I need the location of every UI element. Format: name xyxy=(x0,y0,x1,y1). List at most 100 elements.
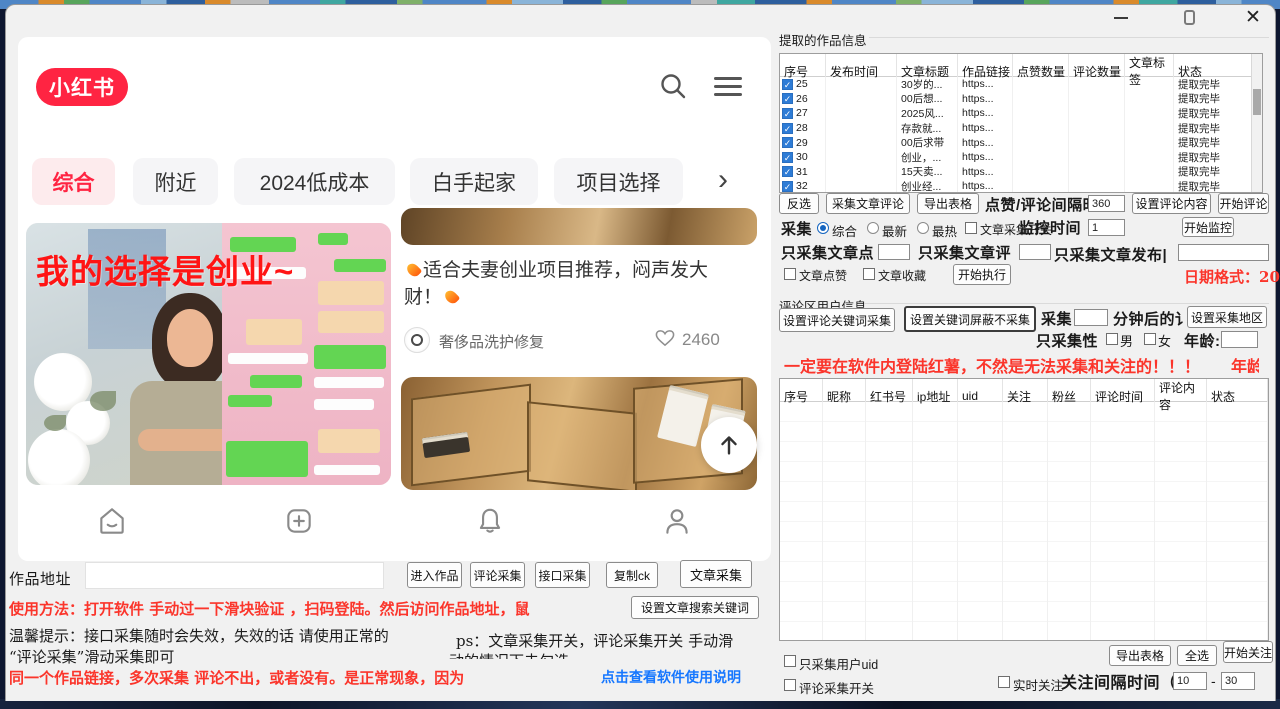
copy-ck-button[interactable]: 复制ck xyxy=(606,562,658,588)
menu-icon[interactable] xyxy=(714,77,742,96)
tab-xiangmuxuanze[interactable]: 项目选择 xyxy=(554,158,683,205)
like-heart-icon[interactable] xyxy=(654,328,676,348)
arrow-up-icon xyxy=(715,431,743,459)
female-checkbox[interactable] xyxy=(1144,333,1156,345)
chat-bubble xyxy=(318,311,384,333)
tab-zonghe[interactable]: 综合 xyxy=(32,158,115,205)
close-button[interactable]: ✕ xyxy=(1238,5,1268,29)
row-checkbox[interactable]: ✓ xyxy=(782,108,793,119)
table-row[interactable]: ✓26 00后想... https... 提取完毕 xyxy=(780,92,1262,107)
table-scrollbar[interactable] xyxy=(1251,54,1262,192)
export-table-button[interactable]: 导出表格 xyxy=(917,193,979,214)
radio-zuire[interactable] xyxy=(917,222,929,234)
users-table-body-empty xyxy=(780,402,1268,640)
row-checkbox[interactable]: ✓ xyxy=(782,166,793,177)
table-row[interactable]: ✓32 创业经... https... 提取完毕 xyxy=(780,179,1262,193)
post-title[interactable]: 适合夫妻创业项目推荐，闷声发大 财！ xyxy=(404,257,752,311)
notifications-bell-icon[interactable] xyxy=(474,505,506,537)
ps-line1: ps：文章采集开关，评论采集开关 手动滑 xyxy=(456,630,733,651)
collect-minutes-input[interactable] xyxy=(1074,309,1108,326)
male-checkbox[interactable] xyxy=(1106,333,1118,345)
row-checkbox[interactable]: ✓ xyxy=(782,79,793,90)
article-collect-button[interactable]: 文章采集 xyxy=(680,560,752,588)
row-checkbox[interactable]: ✓ xyxy=(782,123,793,134)
only-collect-publish-input[interactable] xyxy=(1178,244,1269,261)
select-all-button[interactable]: 全选 xyxy=(1177,645,1217,666)
scroll-to-top-button[interactable] xyxy=(701,417,757,473)
only-collect-uid-checkbox[interactable] xyxy=(784,655,796,667)
row-checkbox[interactable]: ✓ xyxy=(782,93,793,104)
set-comment-content-button[interactable]: 设置评论内容 xyxy=(1132,193,1211,214)
search-icon[interactable] xyxy=(658,71,688,101)
export-users-table-button[interactable]: 导出表格 xyxy=(1109,645,1171,666)
radio-zuixin[interactable] xyxy=(867,222,879,234)
table-row[interactable]: ✓29 00后求带 https... 提取完毕 xyxy=(780,135,1262,150)
row-num: 26 xyxy=(796,93,808,105)
table-row[interactable]: ✓27 2025风... https... 提取完毕 xyxy=(780,106,1262,121)
author-name[interactable]: 奢侈品洗护修复 xyxy=(439,331,544,352)
profile-icon[interactable] xyxy=(661,505,693,537)
collect-minutes-label: 采集 xyxy=(1041,308,1072,329)
table-row[interactable]: ✓25 30岁的... https... 提取完毕 xyxy=(780,77,1262,92)
create-post-icon[interactable] xyxy=(283,505,315,537)
set-keyword-block-button[interactable]: 设置关键词屏蔽不采集 xyxy=(904,306,1036,332)
comment-collect-switch-checkbox[interactable] xyxy=(784,679,796,691)
scrollbar-thumb[interactable] xyxy=(1253,89,1261,115)
row-checkbox[interactable]: ✓ xyxy=(782,181,793,192)
only-collect-comments-input[interactable] xyxy=(1019,244,1051,260)
age-input[interactable] xyxy=(1221,331,1258,348)
comment-collect-button[interactable]: 评论采集 xyxy=(470,562,525,588)
tab-label: 综合 xyxy=(53,167,95,197)
article-favorite-checkbox[interactable] xyxy=(863,268,875,280)
row-title: 创业经... xyxy=(897,179,958,193)
row-checkbox[interactable]: ✓ xyxy=(782,137,793,148)
start-monitor-button[interactable]: 开始监控 xyxy=(1182,217,1234,237)
start-follow-button[interactable]: 开始关注 xyxy=(1223,641,1273,663)
set-search-keywords-button[interactable]: 设置文章搜索关键词 xyxy=(631,596,759,619)
monitor-time-input[interactable] xyxy=(1088,219,1125,236)
table-row[interactable]: ✓31 15天卖... https... 提取完毕 xyxy=(780,165,1262,180)
invert-selection-button[interactable]: 反选 xyxy=(779,193,819,214)
tab-baishouqijia[interactable]: 白手起家 xyxy=(410,158,538,205)
api-collect-button[interactable]: 接口采集 xyxy=(535,562,590,588)
fire-icon xyxy=(443,288,461,306)
radio-zonghe[interactable] xyxy=(817,222,829,234)
help-link[interactable]: 点击查看软件使用说明 xyxy=(601,667,741,687)
post-image-strip[interactable] xyxy=(401,208,757,245)
post-card-left[interactable]: 我的选择是创业~ xyxy=(26,223,391,485)
only-collect-likes-input[interactable] xyxy=(878,244,910,260)
works-section-title: 提取的作品信息 xyxy=(779,30,867,49)
start-comment-button[interactable]: 开始评论 xyxy=(1218,193,1269,214)
row-checkbox[interactable]: ✓ xyxy=(782,152,793,163)
enter-work-button[interactable]: 进入作品 xyxy=(407,562,462,588)
tab-2024dichengben[interactable]: 2024低成本 xyxy=(234,158,395,205)
minimize-button[interactable] xyxy=(1106,7,1136,29)
row-num: 32 xyxy=(796,180,808,192)
row-num: 27 xyxy=(796,107,808,119)
follow-interval-from-input[interactable] xyxy=(1173,672,1207,690)
interval-input[interactable] xyxy=(1088,195,1125,212)
tab-fujin[interactable]: 附近 xyxy=(133,158,218,205)
xiaohongshu-logo: 小红书 xyxy=(36,68,128,106)
follow-interval-to-input[interactable] xyxy=(1221,672,1255,690)
set-comment-keyword-collect-button[interactable]: 设置评论关键词采集 xyxy=(779,308,895,332)
work-address-input[interactable] xyxy=(85,562,384,589)
collect-article-comments-button[interactable]: 采集文章评论 xyxy=(826,193,910,214)
flower-decoration xyxy=(28,429,90,485)
maximize-button[interactable] xyxy=(1174,5,1204,29)
minutes-after-label: 分钟后的讠 xyxy=(1113,308,1191,329)
table-row[interactable]: ✓30 创业，... https... 提取完毕 xyxy=(780,150,1262,165)
maximize-icon xyxy=(1184,10,1195,25)
table-row[interactable]: ✓28 存款就... https... 提取完毕 xyxy=(780,121,1262,136)
realtime-follow-checkbox[interactable] xyxy=(998,676,1010,688)
author-avatar[interactable] xyxy=(404,327,430,353)
row-status: 提取完毕 xyxy=(1174,121,1262,136)
set-collect-region-button[interactable]: 设置采集地区 xyxy=(1187,306,1267,328)
article-like-label: 文章点赞 xyxy=(799,267,847,284)
tabs-more-chevron-icon[interactable]: › xyxy=(718,163,728,197)
home-icon[interactable] xyxy=(96,505,128,537)
start-execute-button[interactable]: 开始执行 xyxy=(953,264,1011,285)
article-collect-switch-checkbox[interactable] xyxy=(965,222,977,234)
article-like-checkbox[interactable] xyxy=(784,268,796,280)
age-clip-text: 年龄 xyxy=(1231,357,1259,373)
